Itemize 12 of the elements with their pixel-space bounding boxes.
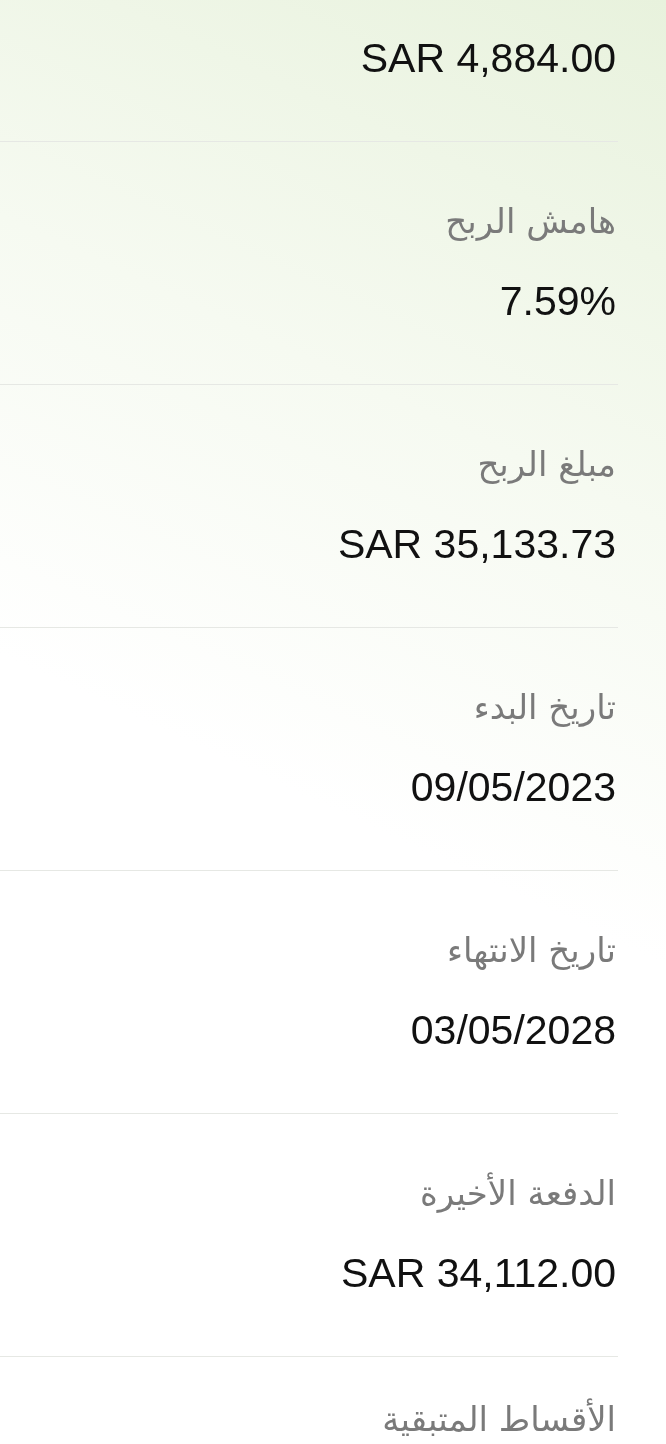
field-value: SAR 4,884.00 [360, 34, 616, 82]
field-value: SAR 34,112.00 [340, 1249, 616, 1297]
field-label: الأقساط المتبقية [382, 1397, 616, 1441]
field-label: هامش الربح [445, 200, 616, 243]
field-value: 03/05/2028 [410, 1006, 616, 1054]
field-label: تاريخ البدء [473, 686, 616, 729]
field-label: مبلغ الربح [477, 443, 616, 486]
field-value: SAR 35,133.73 [337, 520, 616, 568]
field-value: 7.59% [499, 277, 616, 325]
field-label: الدفعة الأخيرة [419, 1171, 616, 1215]
field-label: تاريخ الانتهاء [446, 929, 616, 972]
field-value: 09/05/2023 [410, 763, 616, 811]
